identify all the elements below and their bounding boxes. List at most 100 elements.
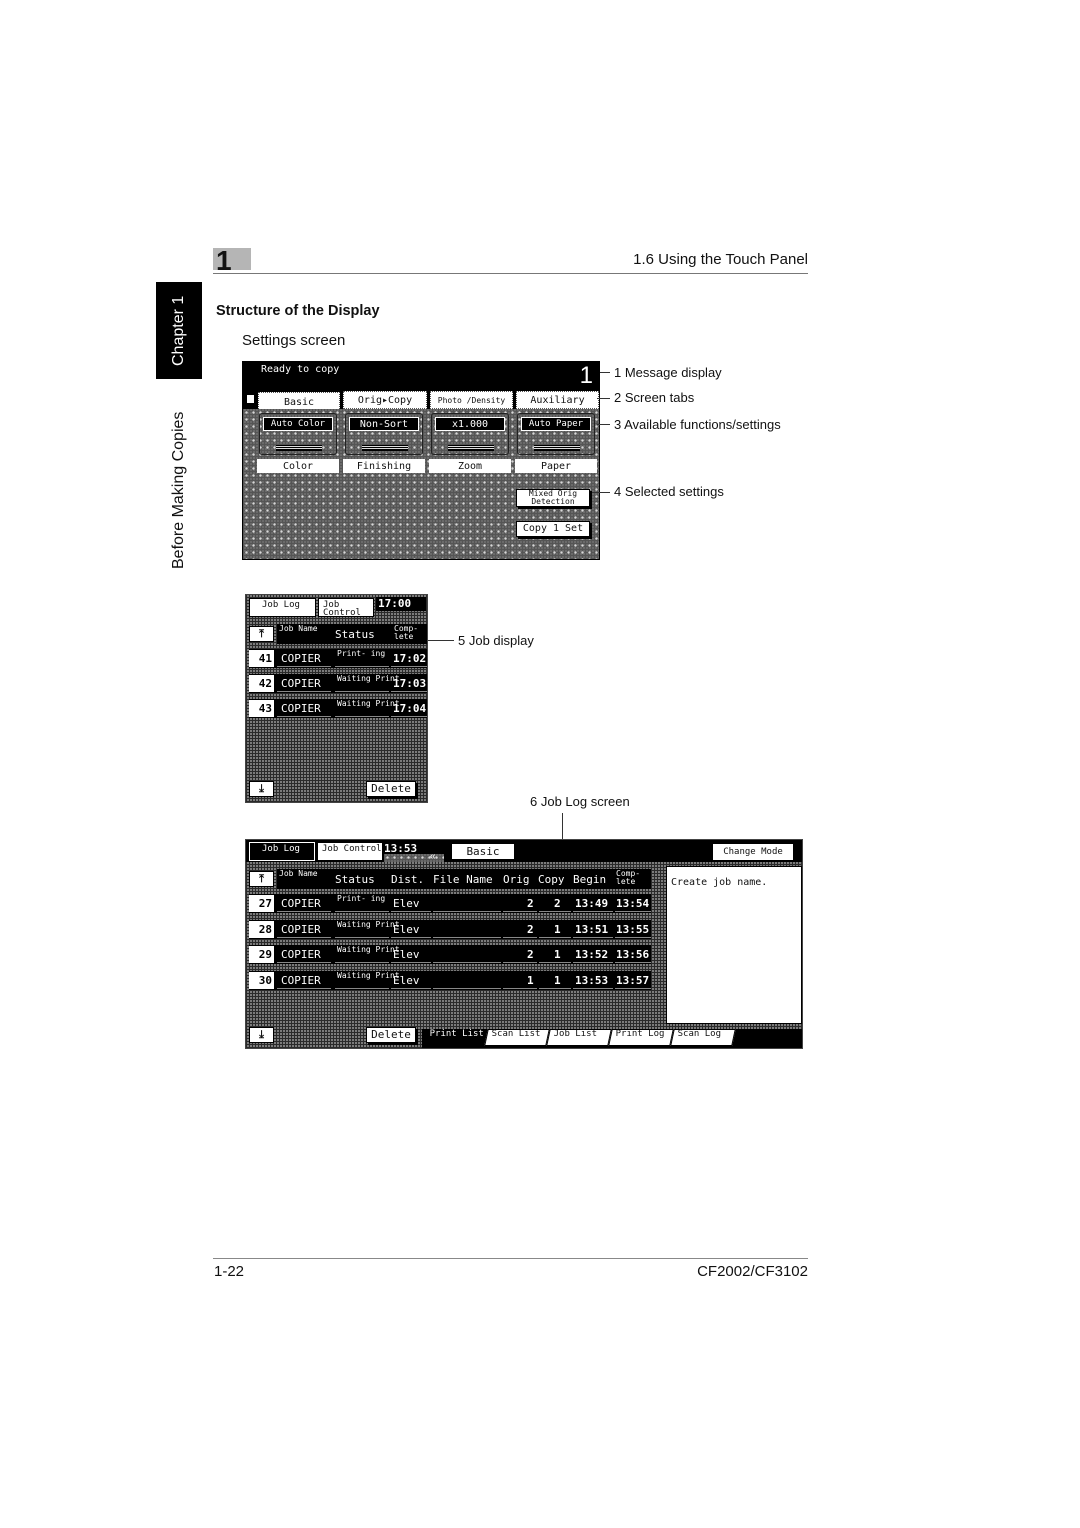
functions-area: Auto Color Color Non-Sort Finishing x1.0… xyxy=(243,409,599,559)
tab-photo-density[interactable]: Photo /Density xyxy=(430,391,513,409)
tab-job-log[interactable]: Job Log xyxy=(249,842,315,861)
chapter-tab-label: Chapter 1 xyxy=(170,295,187,366)
page-number: 1-22 xyxy=(214,1263,245,1280)
job-number: 30 xyxy=(249,971,274,989)
scroll-top-button[interactable]: ⤒ xyxy=(249,626,274,642)
tab-job-control[interactable]: Job Control xyxy=(317,842,383,861)
job-status: Waiting Print xyxy=(337,674,400,683)
screen-tabs: Basic Orig▸Copy Photo /Density Auxiliary xyxy=(243,390,599,411)
function-finishing[interactable]: Non-Sort xyxy=(345,413,423,455)
job-name: COPIER xyxy=(281,652,321,665)
job-copy: 2 xyxy=(554,897,561,910)
table-row[interactable]: 41 COPIER Print- ing 17:02 xyxy=(249,649,427,668)
function-value: Auto Paper xyxy=(521,417,591,431)
section-title: 1.6 Using the Touch Panel xyxy=(633,251,808,268)
copy-count: 1 xyxy=(579,362,593,389)
table-row[interactable]: 30 COPIER Waiting Print Elev 1 1 13:53 1… xyxy=(249,970,651,990)
job-begin: 13:49 xyxy=(575,897,609,910)
table-row[interactable]: 28 COPIER Waiting Print Elev 2 1 13:51 1… xyxy=(249,919,651,939)
function-zoom[interactable]: x1.000 xyxy=(431,413,509,455)
callout-line xyxy=(600,372,610,373)
table-row[interactable]: 43 COPIER Waiting Print 17:04 xyxy=(249,699,427,718)
table-row[interactable]: 42 COPIER Waiting Print 17:03 xyxy=(249,674,427,693)
clock: 17:00 xyxy=(376,597,426,611)
paper-stack-icon xyxy=(448,445,494,451)
job-begin: 13:52 xyxy=(575,948,609,961)
paper-stack-icon xyxy=(276,445,322,451)
job-begin: 13:53 xyxy=(575,973,609,987)
callout-selected-settings: 4 Selected settings xyxy=(614,484,724,499)
section-tab-label: Before Making Copies xyxy=(170,411,187,569)
job-dist: Elev xyxy=(393,922,420,936)
mixed-orig-detection-button[interactable]: Mixed Orig Detection xyxy=(516,489,590,507)
function-paper[interactable]: Auto Paper xyxy=(517,413,595,455)
col-orig: Orig xyxy=(503,873,530,886)
double-up-arrow-icon: ⤒ xyxy=(259,627,264,640)
section-heading: Structure of the Display xyxy=(216,303,380,319)
callout-job-log-screen: 6 Job Log screen xyxy=(530,794,630,809)
callout-screen-tabs: 2 Screen tabs xyxy=(614,390,695,405)
callout-job-display: 5 Job display xyxy=(458,633,534,648)
function-label[interactable]: Paper xyxy=(515,459,597,473)
job-status: Waiting Print xyxy=(337,945,400,954)
tab-job-log[interactable]: Job Log xyxy=(249,598,316,617)
tab-print-log[interactable]: Print Log xyxy=(608,1029,674,1046)
col-status: Status xyxy=(335,628,375,641)
tab-job-list[interactable]: Job List xyxy=(546,1029,612,1046)
basic-button[interactable]: Basic xyxy=(451,843,515,860)
function-label[interactable]: Color xyxy=(257,459,339,473)
clock: 13:53 xyxy=(384,842,424,855)
double-up-arrow-icon: ⤒ xyxy=(259,872,264,885)
callout-message-display: 1 Message display xyxy=(614,365,722,380)
message-panel: Create job name. xyxy=(666,866,802,1024)
delete-button[interactable]: Delete xyxy=(366,781,416,797)
function-value: Non-Sort xyxy=(349,417,419,431)
table-row[interactable]: 29 COPIER Waiting Print Elev 2 1 13:52 1… xyxy=(249,945,651,964)
job-dist: Elev xyxy=(393,948,420,961)
tab-print-list[interactable]: Print List xyxy=(422,1029,488,1046)
job-complete: 17:04 xyxy=(393,702,427,715)
col-job-name: Job Name xyxy=(279,869,318,878)
change-mode-button[interactable]: Change Mode xyxy=(712,843,794,861)
scroll-bottom-button[interactable]: ⤓ xyxy=(249,781,274,797)
function-value: x1.000 xyxy=(435,417,505,431)
job-complete: 13:57 xyxy=(616,973,650,987)
tab-scan-log[interactable]: Scan Log xyxy=(670,1029,736,1046)
subheading: Settings screen xyxy=(242,332,346,349)
job-name: COPIER xyxy=(281,677,321,690)
callout-line xyxy=(592,492,610,493)
tab-orig-copy[interactable]: Orig▸Copy xyxy=(343,391,427,409)
document-icon xyxy=(246,394,255,404)
callout-line xyxy=(597,398,610,399)
tab-job-control[interactable]: Job Control xyxy=(318,598,374,618)
double-down-arrow-icon: ⤓ xyxy=(259,1028,264,1041)
job-complete: 17:02 xyxy=(393,652,427,665)
callout-available-functions: 3 Available functions/settings xyxy=(614,417,781,432)
tab-scan-list[interactable]: Scan List xyxy=(484,1029,550,1046)
job-name: COPIER xyxy=(281,897,321,910)
job-dist: Elev xyxy=(393,973,420,987)
chapter-number: 1 xyxy=(216,245,232,276)
table-row[interactable]: 27 COPIER Print- ing Elev 2 2 13:49 13:5… xyxy=(249,894,651,913)
function-label[interactable]: Zoom xyxy=(429,459,511,473)
function-value: Auto Color xyxy=(263,417,333,431)
callout-line xyxy=(562,813,563,839)
job-number: 28 xyxy=(249,920,274,938)
col-begin: Begin xyxy=(573,873,607,886)
tab-auxiliary[interactable]: Auxiliary xyxy=(516,391,599,409)
job-complete: 17:03 xyxy=(393,677,427,690)
function-color[interactable]: Auto Color xyxy=(259,413,337,455)
footer-rule xyxy=(213,1258,808,1259)
col-complete: Comp- lete xyxy=(394,624,419,641)
job-begin: 13:51 xyxy=(575,922,609,936)
job-status: Print- ing xyxy=(337,649,386,658)
delete-button[interactable]: Delete xyxy=(366,1027,416,1043)
copy-1-set-button[interactable]: Copy 1 Set xyxy=(516,521,590,537)
col-status: Status xyxy=(335,873,375,886)
paper-stack-icon xyxy=(534,445,580,451)
job-log-table-header: Job Name Status Dist. File Name Orig Cop… xyxy=(277,869,651,889)
function-label[interactable]: Finishing xyxy=(343,459,425,473)
scroll-bottom-button[interactable]: ⤓ xyxy=(249,1027,274,1043)
message-text: Ready to copy xyxy=(261,364,340,375)
scroll-top-button[interactable]: ⤒ xyxy=(249,871,274,887)
